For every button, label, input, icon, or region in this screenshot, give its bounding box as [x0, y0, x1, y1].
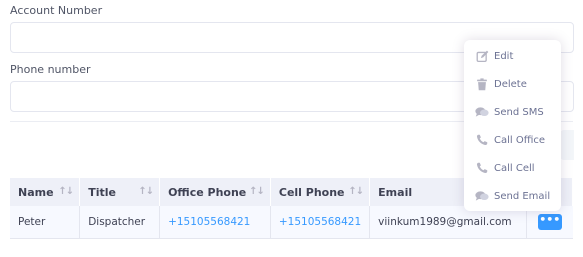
cell-cell-phone: +15105568421	[270, 206, 371, 239]
menu-item-send-sms[interactable]: Send SMS	[464, 98, 561, 126]
account-number-label: Account Number	[10, 4, 103, 17]
column-header-cell-phone[interactable]: Cell Phone ↑↓	[270, 178, 371, 206]
edit-icon	[475, 49, 489, 63]
sort-icon[interactable]: ↑↓	[58, 186, 74, 197]
menu-item-delete[interactable]: Delete	[464, 70, 561, 98]
sort-icon[interactable]: ↑↓	[348, 186, 364, 197]
column-header-label: Cell Phone	[278, 185, 345, 199]
partial-button[interactable]	[560, 130, 574, 160]
menu-item-label: Call Office	[494, 134, 546, 146]
phone-icon	[475, 161, 489, 175]
menu-item-label: Delete	[494, 78, 527, 90]
cell-phone-link[interactable]: +15105568421	[279, 216, 361, 228]
chat-icon	[475, 189, 489, 203]
trash-icon	[475, 77, 489, 91]
column-header-label: Title	[88, 185, 116, 199]
column-header-label: Office Phone	[168, 185, 247, 199]
sort-icon[interactable]: ↑↓	[138, 186, 154, 197]
menu-item-label: Call Cell	[494, 162, 535, 174]
phone-icon	[475, 133, 489, 147]
column-header-label: Name	[18, 185, 54, 199]
column-header-name[interactable]: Name ↑↓	[10, 178, 81, 206]
column-header-office-phone[interactable]: Office Phone ↑↓	[159, 178, 271, 206]
more-actions-button[interactable]: •••	[537, 213, 562, 230]
menu-item-send-email[interactable]: Send Email	[464, 182, 561, 210]
sort-icon[interactable]: ↑↓	[249, 186, 265, 197]
cell-office-phone: +15105568421	[159, 206, 271, 239]
phone-number-label: Phone number	[10, 63, 91, 76]
cell-name: Peter	[10, 206, 81, 239]
menu-item-label: Send SMS	[494, 106, 544, 118]
column-header-label: Email	[378, 185, 413, 199]
menu-item-call-office[interactable]: Call Office	[464, 126, 561, 154]
cell-title: Dispatcher	[79, 206, 161, 239]
column-header-title[interactable]: Title ↑↓	[79, 178, 161, 206]
office-phone-link[interactable]: +15105568421	[168, 216, 250, 228]
chat-icon	[475, 105, 489, 119]
row-actions-menu: Edit Delete Send SMS Call Office Call Ce…	[464, 40, 561, 211]
menu-item-call-cell[interactable]: Call Cell	[464, 154, 561, 182]
menu-item-label: Edit	[494, 50, 514, 62]
menu-item-label: Send Email	[494, 190, 551, 202]
menu-item-edit[interactable]: Edit	[464, 42, 561, 70]
